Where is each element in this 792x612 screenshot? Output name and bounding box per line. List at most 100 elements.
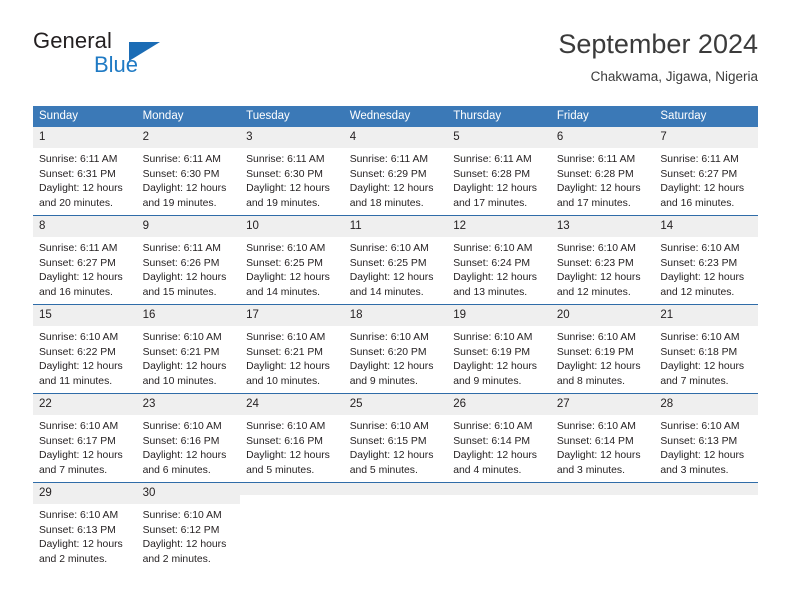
day-cell-empty [343,482,448,571]
day-cell[interactable]: 20 Sunrise: 6:10 AM Sunset: 6:19 PM Dayl… [550,304,655,394]
daylight-text-line1: Daylight: 12 hours [453,183,537,195]
day-cell[interactable]: 15 Sunrise: 6:10 AM Sunset: 6:22 PM Dayl… [33,304,137,394]
daylight-text-line1: Daylight: 12 hours [349,272,434,284]
sunrise-text: Sunrise: 6:10 AM [556,332,636,343]
daylight-text-line1: Daylight: 12 hours [142,450,227,462]
sunrise-text: Sunrise: 6:10 AM [246,421,326,432]
daylight-text-line1: Daylight: 12 hours [349,450,434,462]
day-cell[interactable]: 25 Sunrise: 6:10 AM Sunset: 6:15 PM Dayl… [343,393,448,483]
day-number: 16 [136,305,241,326]
daylight-text-line2: and 3 minutes. [660,464,729,476]
day-details: Sunrise: 6:10 AM Sunset: 6:19 PM Dayligh… [447,326,551,389]
sunset-text: Sunset: 6:13 PM [660,435,738,447]
day-cell[interactable]: 19 Sunrise: 6:10 AM Sunset: 6:19 PM Dayl… [447,304,551,394]
sunrise-text: Sunrise: 6:10 AM [556,421,636,432]
sunset-text: Sunset: 6:30 PM [246,168,323,180]
day-details: Sunrise: 6:10 AM Sunset: 6:18 PM Dayligh… [654,326,758,389]
weekday-header-row: Sunday Monday Tuesday Wednesday Thursday… [33,106,758,127]
sunset-text: Sunset: 6:23 PM [556,257,634,269]
day-cell[interactable]: 22 Sunrise: 6:10 AM Sunset: 6:17 PM Dayl… [33,393,137,483]
day-cell[interactable]: 28 Sunrise: 6:10 AM Sunset: 6:13 PM Dayl… [654,393,758,483]
day-cell[interactable]: 9 Sunrise: 6:11 AM Sunset: 6:26 PM Dayli… [136,215,241,305]
day-cell[interactable]: 23 Sunrise: 6:10 AM Sunset: 6:16 PM Dayl… [136,393,241,483]
sunrise-text: Sunrise: 6:10 AM [349,243,429,254]
sunrise-text: Sunrise: 6:10 AM [660,421,740,432]
day-details: Sunrise: 6:11 AM Sunset: 6:27 PM Dayligh… [654,148,758,211]
day-cell[interactable]: 30 Sunrise: 6:10 AM Sunset: 6:12 PM Dayl… [136,482,241,571]
day-number: 1 [33,127,137,148]
day-cell[interactable]: 18 Sunrise: 6:10 AM Sunset: 6:20 PM Dayl… [343,304,448,394]
day-details: Sunrise: 6:11 AM Sunset: 6:28 PM Dayligh… [551,148,655,211]
day-details: Sunrise: 6:10 AM Sunset: 6:14 PM Dayligh… [447,415,551,478]
daylight-text-line2: and 7 minutes. [39,464,108,476]
page-header: General Blue September 2024 Chakwama, Ji… [33,28,758,90]
daylight-text-line1: Daylight: 12 hours [39,272,123,284]
sunrise-text: Sunrise: 6:11 AM [246,154,325,165]
day-number: 2 [136,127,241,148]
day-cell[interactable]: 2 Sunrise: 6:11 AM Sunset: 6:30 PM Dayli… [136,127,241,216]
week-row: 29 Sunrise: 6:10 AM Sunset: 6:13 PM Dayl… [33,482,758,571]
day-details: Sunrise: 6:10 AM Sunset: 6:13 PM Dayligh… [33,504,137,567]
day-number: 23 [136,394,241,415]
day-cell[interactable]: 7 Sunrise: 6:11 AM Sunset: 6:27 PM Dayli… [654,127,758,216]
day-details: Sunrise: 6:10 AM Sunset: 6:22 PM Dayligh… [33,326,137,389]
day-cell[interactable]: 21 Sunrise: 6:10 AM Sunset: 6:18 PM Dayl… [654,304,758,394]
daylight-text-line2: and 6 minutes. [142,464,211,476]
daylight-text-line2: and 17 minutes. [453,197,528,209]
day-cell[interactable]: 12 Sunrise: 6:10 AM Sunset: 6:24 PM Dayl… [447,215,551,305]
sunset-text: Sunset: 6:18 PM [660,346,738,358]
daylight-text-line1: Daylight: 12 hours [246,183,330,195]
day-cell[interactable]: 17 Sunrise: 6:10 AM Sunset: 6:21 PM Dayl… [240,304,344,394]
daylight-text-line2: and 2 minutes. [142,553,211,565]
day-details: Sunrise: 6:10 AM Sunset: 6:12 PM Dayligh… [137,504,241,567]
weekday-header-saturday: Saturday [654,106,758,127]
sunset-text: Sunset: 6:28 PM [556,168,634,180]
day-number: 9 [136,216,241,237]
day-cell[interactable]: 14 Sunrise: 6:10 AM Sunset: 6:23 PM Dayl… [654,215,758,305]
sunset-text: Sunset: 6:19 PM [556,346,634,358]
day-cell[interactable]: 4 Sunrise: 6:11 AM Sunset: 6:29 PM Dayli… [343,127,448,216]
daylight-text-line2: and 7 minutes. [660,375,729,387]
daylight-text-line1: Daylight: 12 hours [660,272,745,284]
day-cell[interactable]: 29 Sunrise: 6:10 AM Sunset: 6:13 PM Dayl… [33,482,137,571]
day-details: Sunrise: 6:11 AM Sunset: 6:27 PM Dayligh… [33,237,137,300]
weekday-header-wednesday: Wednesday [343,106,448,127]
daylight-text-line1: Daylight: 12 hours [453,361,537,373]
sunrise-text: Sunrise: 6:10 AM [453,243,533,254]
daylight-text-line2: and 16 minutes. [39,286,113,298]
day-number: 13 [550,216,655,237]
sunset-text: Sunset: 6:22 PM [39,346,116,358]
day-number [550,483,655,495]
day-cell[interactable]: 5 Sunrise: 6:11 AM Sunset: 6:28 PM Dayli… [447,127,551,216]
day-cell[interactable]: 16 Sunrise: 6:10 AM Sunset: 6:21 PM Dayl… [136,304,241,394]
day-cell[interactable]: 3 Sunrise: 6:11 AM Sunset: 6:30 PM Dayli… [240,127,344,216]
daylight-text-line2: and 16 minutes. [660,197,735,209]
weekday-header-monday: Monday [136,106,241,127]
day-cell[interactable]: 10 Sunrise: 6:10 AM Sunset: 6:25 PM Dayl… [240,215,344,305]
sunset-text: Sunset: 6:13 PM [39,524,116,536]
day-number: 30 [136,483,241,504]
day-cell[interactable]: 26 Sunrise: 6:10 AM Sunset: 6:14 PM Dayl… [447,393,551,483]
day-cell[interactable]: 27 Sunrise: 6:10 AM Sunset: 6:14 PM Dayl… [550,393,655,483]
day-cell[interactable]: 24 Sunrise: 6:10 AM Sunset: 6:16 PM Dayl… [240,393,344,483]
sunset-text: Sunset: 6:28 PM [453,168,531,180]
day-cell[interactable]: 8 Sunrise: 6:11 AM Sunset: 6:27 PM Dayli… [33,215,137,305]
day-cell-empty [550,482,655,571]
day-number: 7 [654,127,758,148]
calendar-body: 1 Sunrise: 6:11 AM Sunset: 6:31 PM Dayli… [33,127,758,571]
sunset-text: Sunset: 6:27 PM [660,168,738,180]
week-row: 1 Sunrise: 6:11 AM Sunset: 6:31 PM Dayli… [33,127,758,216]
day-cell[interactable]: 11 Sunrise: 6:10 AM Sunset: 6:25 PM Dayl… [343,215,448,305]
daylight-text-line2: and 20 minutes. [39,197,113,209]
day-details: Sunrise: 6:10 AM Sunset: 6:17 PM Dayligh… [33,415,137,478]
sunset-text: Sunset: 6:30 PM [142,168,220,180]
day-cell[interactable]: 13 Sunrise: 6:10 AM Sunset: 6:23 PM Dayl… [550,215,655,305]
day-details: Sunrise: 6:10 AM Sunset: 6:23 PM Dayligh… [551,237,655,300]
daylight-text-line1: Daylight: 12 hours [556,361,641,373]
sunset-text: Sunset: 6:23 PM [660,257,738,269]
day-cell[interactable]: 1 Sunrise: 6:11 AM Sunset: 6:31 PM Dayli… [33,127,137,216]
day-details: Sunrise: 6:10 AM Sunset: 6:19 PM Dayligh… [551,326,655,389]
day-cell[interactable]: 6 Sunrise: 6:11 AM Sunset: 6:28 PM Dayli… [550,127,655,216]
day-details: Sunrise: 6:10 AM Sunset: 6:13 PM Dayligh… [654,415,758,478]
day-number: 3 [240,127,344,148]
